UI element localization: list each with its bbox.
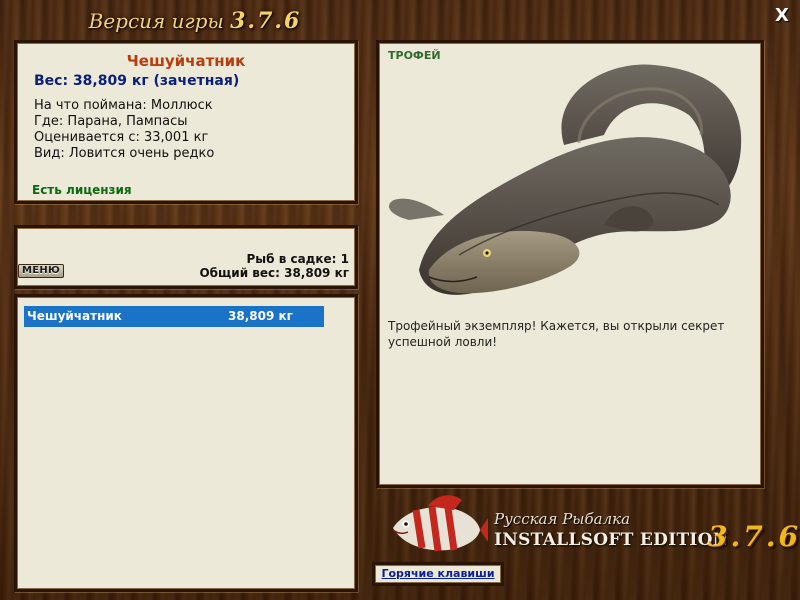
logo-edition: INSTALLSOFT EDITION bbox=[494, 530, 729, 550]
lungfish-image bbox=[389, 64, 742, 295]
total-weight: Общий вес: 38,809 кг bbox=[199, 266, 349, 280]
location-info: Где: Парана, Пампасы bbox=[34, 114, 188, 129]
title-version: 3.7.6 bbox=[230, 8, 302, 34]
window-title: Версия игры 3.7.6 bbox=[0, 8, 390, 38]
hotkeys-button[interactable]: Горячие клавиши bbox=[372, 562, 504, 586]
list-item[interactable]: Чешуйчатник 38,809 кг bbox=[24, 306, 324, 327]
logo-version: 3.7.6 bbox=[708, 520, 800, 553]
logo-title: Русская Рыбалка bbox=[494, 510, 631, 528]
bait-info: На что поймана: Моллюск bbox=[34, 98, 213, 113]
game-logo: Русская Рыбалка INSTALLSOFT EDITION 3.7.… bbox=[388, 490, 798, 560]
keep-net-list: Чешуйчатник 38,809 кг bbox=[14, 294, 358, 592]
list-item-weight: 38,809 кг bbox=[228, 309, 293, 323]
license-status: Есть лицензия bbox=[32, 183, 132, 197]
rated-from-info: Оценивается с: 33,001 кг bbox=[34, 130, 209, 145]
menu-button[interactable]: МЕНЮ bbox=[18, 264, 65, 278]
fish-weight: Вес: 38,809 кг (зачетная) bbox=[34, 73, 240, 89]
fish-count: Рыб в садке: 1 bbox=[246, 252, 350, 266]
keep-net-summary: Рыб в садке: 1 Общий вес: 38,809 кг bbox=[14, 225, 358, 289]
title-prefix: Версия игры bbox=[88, 9, 224, 33]
list-item-name: Чешуйчатник bbox=[27, 309, 122, 323]
species-info: Вид: Ловится очень редко bbox=[34, 146, 215, 161]
trophy-description: Трофейный экземпляр! Кажется, вы открыли… bbox=[388, 319, 725, 349]
trophy-panel: ТРОФЕЙ Трофейный экземпляр! Кажется, вы … bbox=[376, 40, 764, 488]
fish-info-panel: Чешуйчатник Вес: 38,809 кг (зачетная) На… bbox=[14, 40, 358, 204]
close-button[interactable]: X bbox=[772, 6, 792, 26]
fish-name: Чешуйчатник bbox=[126, 52, 246, 70]
fish-logo-icon bbox=[392, 495, 488, 552]
